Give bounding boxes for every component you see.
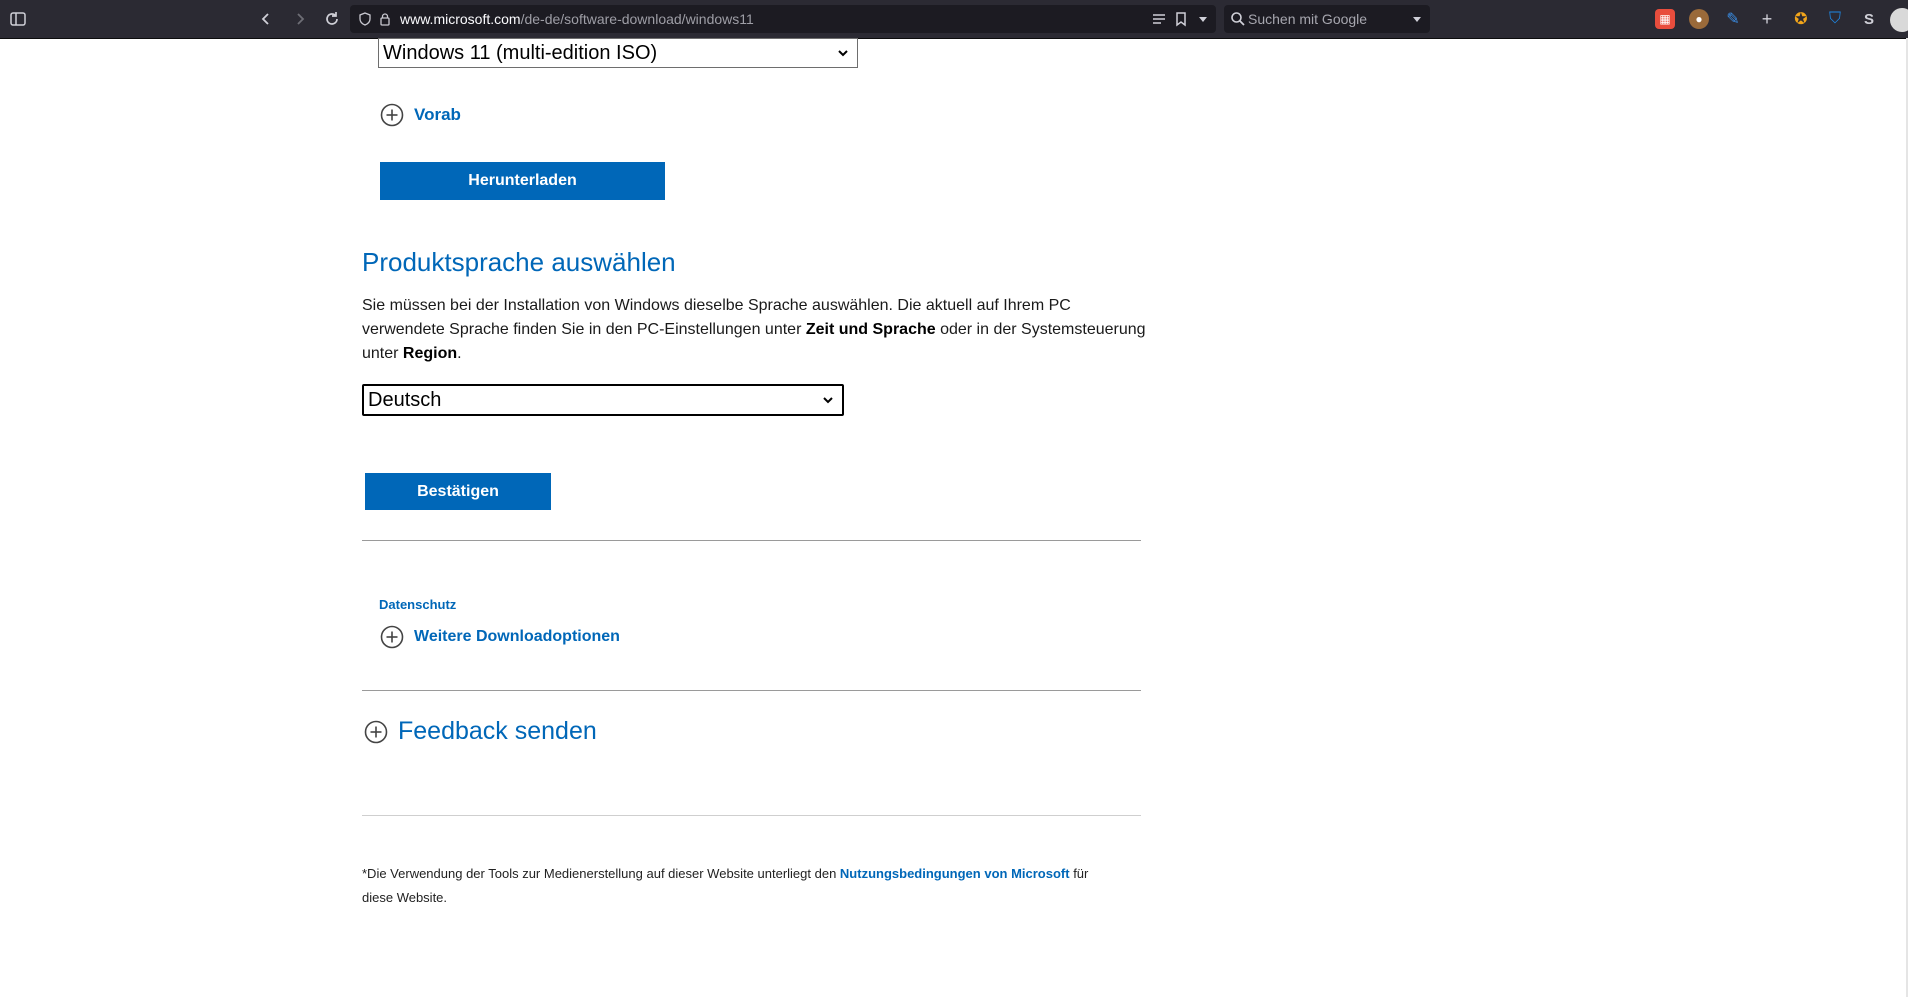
search-icon: [1231, 12, 1245, 26]
language-select[interactable]: Deutsch: [362, 384, 844, 416]
language-description: Sie müssen bei der Installation von Wind…: [362, 297, 1146, 362]
confirm-button[interactable]: Bestätigen: [365, 473, 551, 510]
back-icon[interactable]: [252, 6, 280, 32]
language-select-value: Deutsch: [368, 388, 442, 411]
divider: [362, 540, 1141, 541]
s-ext-icon[interactable]: S: [1859, 9, 1879, 29]
edition-select-value: Windows 11 (multi-edition ISO): [383, 41, 658, 64]
shield-ext-icon[interactable]: ⛉: [1825, 9, 1845, 29]
medal-icon[interactable]: ✪: [1791, 9, 1811, 29]
divider: [362, 815, 1141, 816]
sidebar-toggle-icon[interactable]: [4, 6, 32, 32]
plus-icon[interactable]: +: [1757, 9, 1777, 29]
footnote: *Die Verwendung der Tools zur Medienerst…: [362, 866, 1089, 905]
chevron-down-icon: [823, 397, 833, 404]
forward-icon[interactable]: [286, 6, 314, 32]
page-content: Windows 11 (multi-edition ISO) Vorab Her…: [0, 38, 1908, 997]
reader-view-icon[interactable]: [1150, 10, 1168, 28]
more-download-options-label[interactable]: Weitere Downloadoptionen: [414, 628, 620, 646]
url-text[interactable]: www.microsoft.com/de-de/software-downloa…: [400, 11, 754, 27]
bookmark-icon[interactable]: [1172, 10, 1190, 28]
vorab-expander[interactable]: Vorab: [380, 103, 461, 127]
browser-toolbar: www.microsoft.com/de-de/software-downloa…: [0, 0, 1908, 39]
multi-account-icon[interactable]: ▦: [1655, 9, 1675, 29]
search-engine-dropdown-icon[interactable]: [1412, 14, 1422, 24]
cookie-icon[interactable]: ●: [1689, 9, 1709, 29]
plus-circle-icon: [380, 625, 404, 649]
divider: [362, 690, 1141, 691]
chevron-down-icon[interactable]: [1194, 10, 1212, 28]
pen-icon[interactable]: ✎: [1723, 9, 1743, 29]
feedback-label[interactable]: Feedback senden: [398, 717, 597, 746]
terms-of-use-link[interactable]: Nutzungsbedingungen von Microsoft: [840, 866, 1070, 881]
reload-icon[interactable]: [318, 6, 346, 32]
plus-circle-icon: [380, 103, 404, 127]
chevron-down-icon: [838, 50, 848, 57]
url-bar[interactable]: www.microsoft.com/de-de/software-downloa…: [350, 5, 1216, 33]
tracking-shield-icon[interactable]: [358, 12, 372, 26]
vorab-label[interactable]: Vorab: [414, 105, 461, 125]
search-placeholder[interactable]: Suchen mit Google: [1248, 11, 1367, 27]
privacy-link[interactable]: Datenschutz: [379, 597, 456, 612]
feedback-expander[interactable]: Feedback senden: [364, 717, 597, 746]
language-heading: Produktsprache auswählen: [362, 247, 676, 277]
edition-select[interactable]: Windows 11 (multi-edition ISO): [378, 38, 858, 68]
lock-icon[interactable]: [378, 12, 392, 26]
search-bar[interactable]: Suchen mit Google: [1224, 5, 1430, 33]
download-button[interactable]: Herunterladen: [380, 162, 665, 200]
more-download-options-expander[interactable]: Weitere Downloadoptionen: [380, 625, 620, 649]
plus-circle-icon: [364, 720, 388, 743]
account-avatar[interactable]: [1890, 8, 1908, 32]
